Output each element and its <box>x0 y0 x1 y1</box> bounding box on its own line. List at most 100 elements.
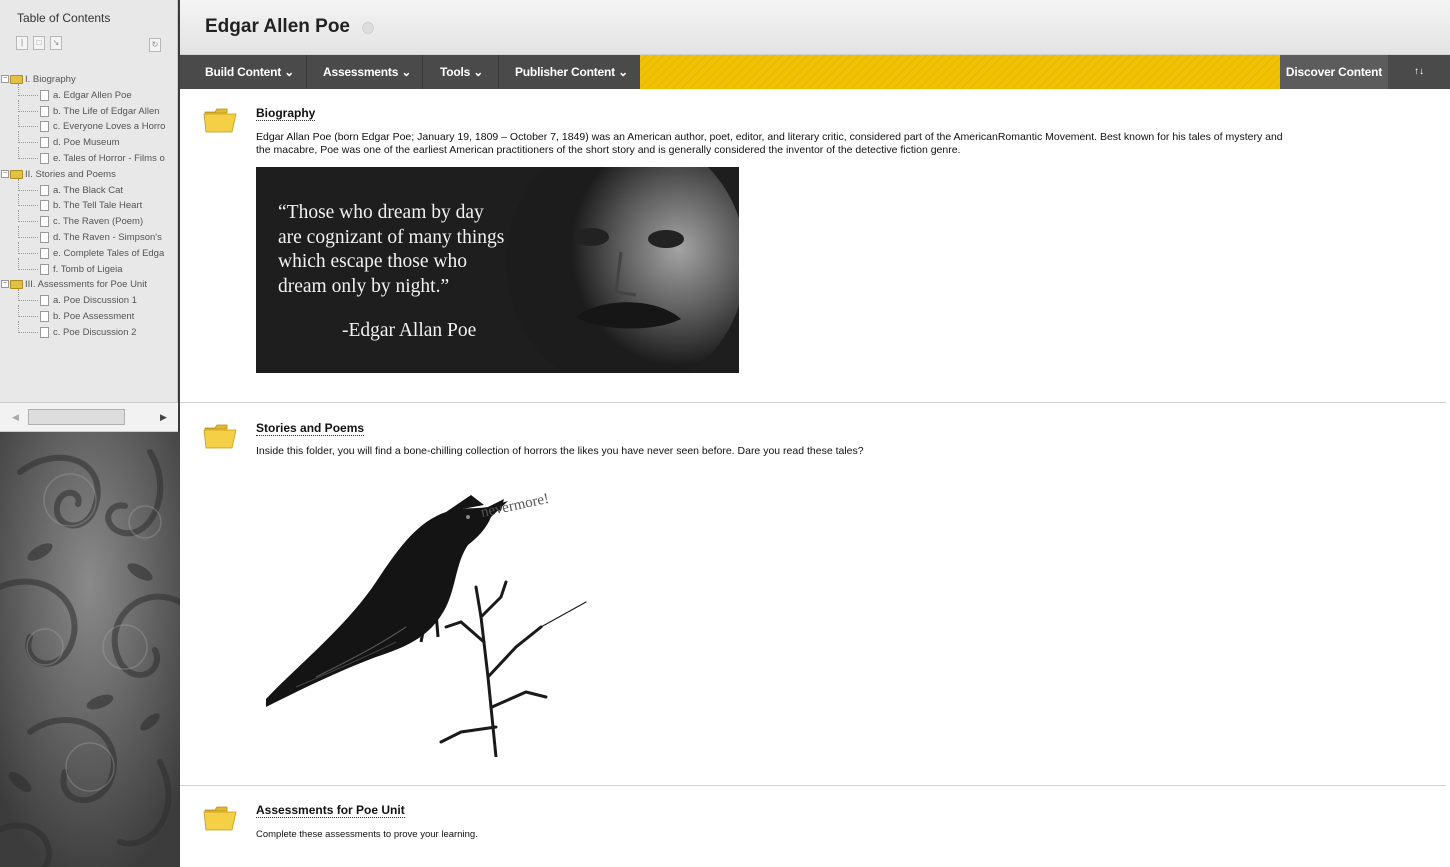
toc-item-label: b. The Life of Edgar Allen <box>53 105 160 117</box>
toc-content-item[interactable]: c. Poe Discussion 2 <box>0 320 178 341</box>
toc-item-label: b. The Tell Tale Heart <box>53 200 143 212</box>
quote-line: dream only by night.” <box>278 275 450 297</box>
tree-connector <box>18 225 38 238</box>
item-title-biography[interactable]: Biography <box>256 106 316 121</box>
toc-folder-label: III. Assessments for Poe Unit <box>25 279 147 291</box>
item-description-stories-and-poems: Inside this folder, you will find a bone… <box>256 445 864 457</box>
discover-content-button[interactable]: Discover Content <box>1280 55 1388 89</box>
tree-connector <box>18 146 38 159</box>
build-content-label: Build Content <box>205 65 282 79</box>
chevron-down-icon: ⌄ <box>284 65 295 79</box>
toolbar-separator <box>422 55 423 89</box>
toc-folder-label: II. Stories and Poems <box>25 168 116 180</box>
document-icon <box>40 184 49 196</box>
tools-menu[interactable]: Tools ⌄ <box>440 55 483 89</box>
page-header: Edgar Allen Poe <box>180 0 1450 55</box>
page-title: Edgar Allen Poe <box>205 16 350 37</box>
assessments-label: Assessments <box>323 65 399 79</box>
folder-icon <box>203 424 237 449</box>
title-options-chevron-icon[interactable] <box>362 22 374 34</box>
assessments-menu[interactable]: Assessments ⌄ <box>323 55 411 89</box>
tree-connector <box>18 99 38 112</box>
tree-connector <box>18 194 38 207</box>
scrollbar-thumb[interactable] <box>28 409 125 425</box>
toc-horizontal-scrollbar[interactable]: ◀ ▶ <box>0 402 178 432</box>
chevron-down-icon: ⌄ <box>473 65 484 79</box>
folder-icon <box>10 280 23 290</box>
section-divider <box>180 785 1446 786</box>
sidebar-decorative-swirl-pattern <box>0 432 180 867</box>
toc-item-label: a. The Black Cat <box>53 184 124 196</box>
raven-caption: nevermore! <box>480 491 551 521</box>
toc-item-label: d. Poe Museum <box>53 137 120 149</box>
document-icon <box>40 326 49 338</box>
tree-connector <box>18 210 38 223</box>
folder-icon <box>203 806 237 831</box>
toc-item-label: c. Poe Discussion 2 <box>53 326 137 338</box>
folder-icon <box>203 108 237 133</box>
section-divider <box>180 402 1446 403</box>
tree-connector <box>18 115 38 128</box>
collapse-toggle-icon[interactable]: − <box>1 75 9 83</box>
tools-label: Tools <box>440 65 471 79</box>
document-icon <box>40 152 49 164</box>
raven-nevermore-image: nevermore! <box>256 477 596 759</box>
toc-expand-button[interactable]: □ <box>33 36 45 50</box>
chevron-down-icon: ⌄ <box>401 65 412 79</box>
folder-icon <box>10 75 23 84</box>
toc-item-label: e. Complete Tales of Edga <box>53 247 165 259</box>
course-sidebar: Table of Contents | □ ↘ ↻ − I. Biography a… <box>0 0 180 867</box>
toolbar-accent-stripe <box>640 55 1280 89</box>
poe-quote-image: “Those who dream by day are cognizant of… <box>256 167 739 373</box>
scroll-right-arrow-icon[interactable]: ▶ <box>160 412 167 423</box>
toc-content-item[interactable]: f. Tomb of Ligeia <box>0 257 178 278</box>
quote-line: which escape those who <box>278 251 467 272</box>
quote-line: “Those who dream by day <box>278 202 484 223</box>
item-description-assessments: Complete these assessments to prove your… <box>256 829 478 840</box>
document-icon <box>40 137 49 149</box>
document-icon <box>40 247 49 259</box>
build-content-menu[interactable]: Build Content ⌄ <box>205 55 294 89</box>
toc-item-label: a. Edgar Allen Poe <box>53 89 132 101</box>
biography-desc-line-1: Edgar Allan Poe (born Edgar Poe; January… <box>256 131 1283 143</box>
document-icon <box>40 121 49 133</box>
publisher-content-menu[interactable]: Publisher Content ⌄ <box>515 55 628 89</box>
content-toolbar: Build Content ⌄ Assessments ⌄ Tools ⌄ Pu… <box>180 55 1450 89</box>
tree-connector <box>18 289 38 302</box>
quote-line: are cognizant of many things <box>278 226 505 248</box>
item-title-assessments-for-poe-unit[interactable]: Assessments for Poe Unit <box>256 803 405 818</box>
toc-item-label: e. Tales of Horror - Films o <box>53 152 165 164</box>
tree-connector <box>18 320 38 333</box>
document-icon <box>40 216 49 228</box>
document-icon <box>40 310 49 322</box>
toc-open-button[interactable]: ↘ <box>50 36 62 50</box>
toc-item-label: c. Everyone Loves a Horro <box>53 121 166 133</box>
document-icon <box>40 231 49 243</box>
table-of-contents-panel: Table of Contents | □ ↘ ↻ − I. Biography a… <box>0 0 178 402</box>
item-title-stories-and-poems[interactable]: Stories and Poems <box>256 421 365 436</box>
tree-connector <box>18 241 38 254</box>
item-description-biography: Edgar Allan Poe (born Edgar Poe; January… <box>256 131 1436 157</box>
toc-item-label: f. Tomb of Ligeia <box>53 263 123 275</box>
document-icon <box>40 200 49 212</box>
collapse-toggle-icon[interactable]: − <box>1 169 9 178</box>
quote-text: “Those who dream by day are cognizant of… <box>278 201 578 299</box>
toc-item-label: b. Poe Assessment <box>53 310 135 322</box>
toolbar-separator <box>498 55 499 89</box>
toc-refresh-button[interactable]: ↻ <box>149 38 161 52</box>
toc-content-item[interactable]: e. Tales of Horror - Films o <box>0 146 178 167</box>
scroll-left-arrow-icon[interactable]: ◀ <box>12 412 19 423</box>
toolbar-separator <box>306 55 307 89</box>
biography-desc-line-2: the macabre, Poe was one of the earliest… <box>256 144 961 156</box>
document-icon <box>40 89 49 101</box>
toc-collapse-button[interactable]: | <box>16 36 28 50</box>
folder-icon <box>10 169 23 179</box>
tree-connector <box>18 304 38 317</box>
toc-title: Table of Contents <box>17 11 111 25</box>
toc-item-label: c. The Raven (Poem) <box>53 216 144 228</box>
reorder-sort-icon[interactable]: ↑↓ <box>1388 55 1450 89</box>
publisher-content-label: Publisher Content <box>515 65 615 79</box>
tree-connector <box>18 131 38 144</box>
toc-item-label: d. The Raven - Simpson's <box>53 231 162 243</box>
collapse-toggle-icon[interactable]: − <box>1 280 9 289</box>
